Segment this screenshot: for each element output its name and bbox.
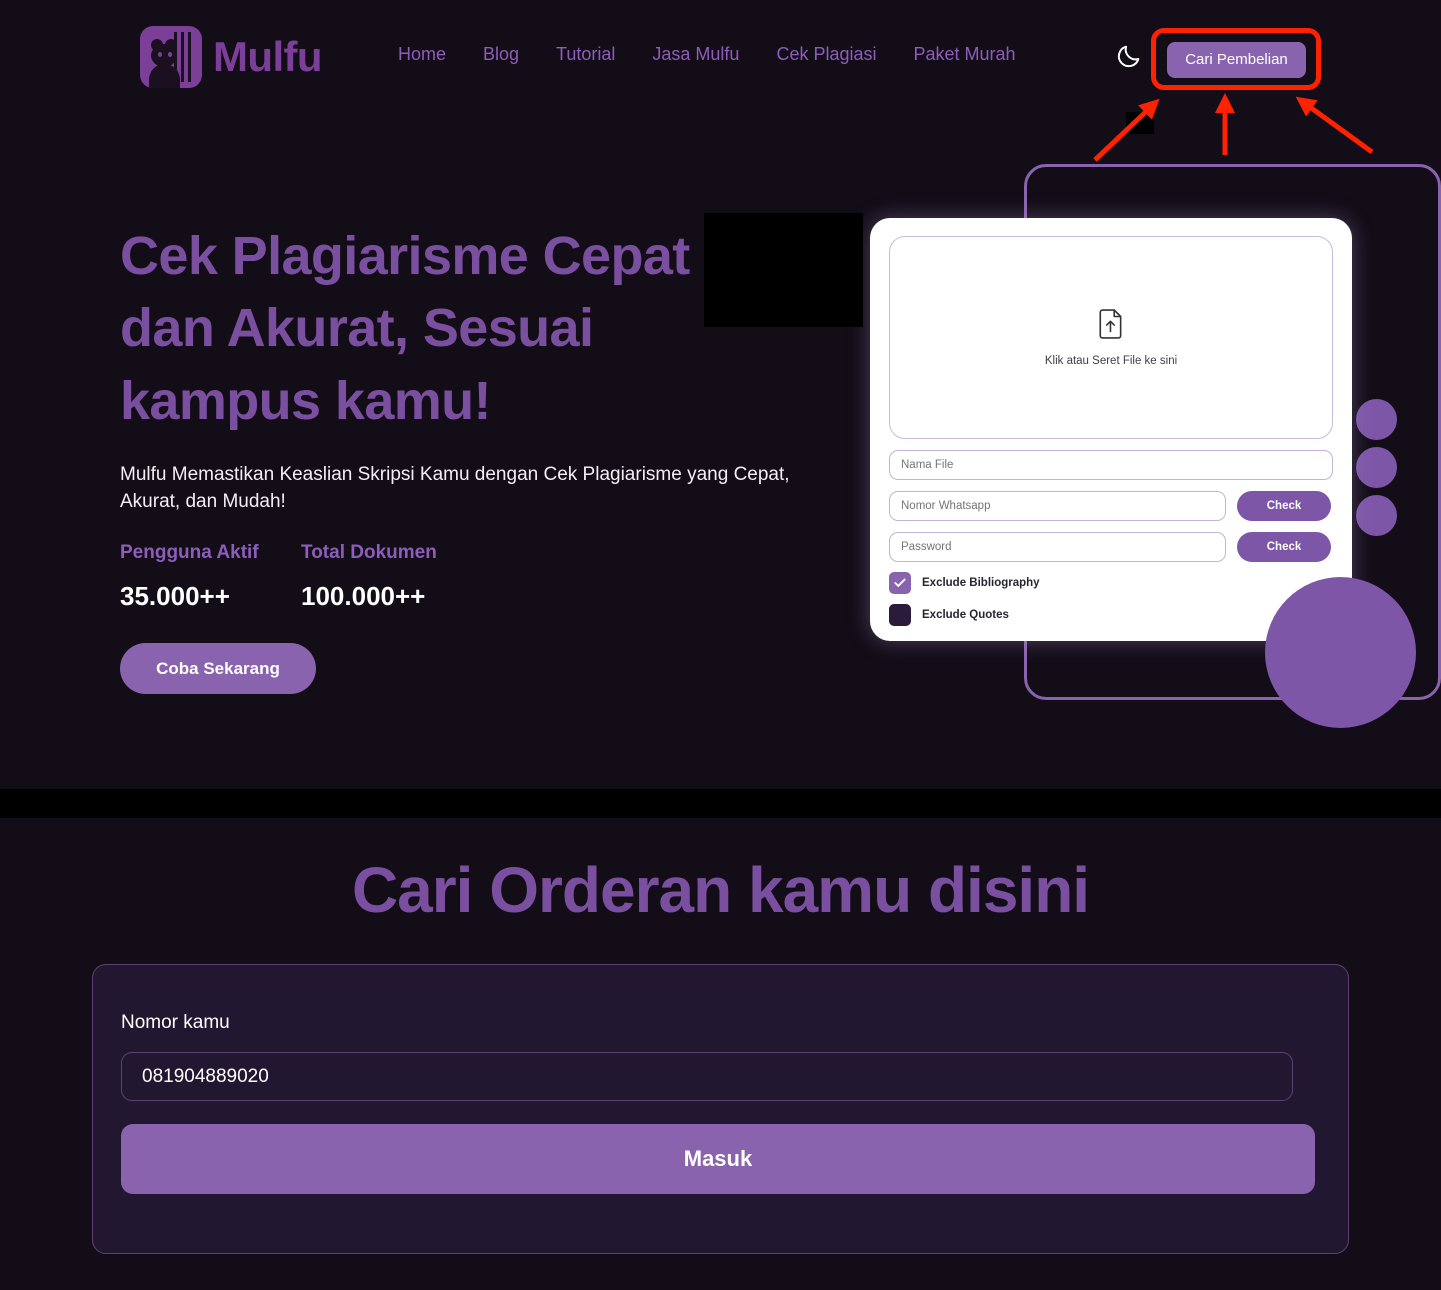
stat-label: Total Dokumen bbox=[301, 542, 437, 564]
file-dropzone[interactable]: Klik atau Seret File ke sini bbox=[889, 236, 1333, 439]
moon-icon[interactable] bbox=[1115, 42, 1143, 70]
brand-logo[interactable]: Mulfu bbox=[140, 26, 323, 88]
stat-value: 35.000++ bbox=[120, 581, 230, 612]
site-header: Mulfu Home Blog Tutorial Jasa Mulfu Cek … bbox=[0, 0, 1441, 112]
section-title: Cari Orderan kamu disini bbox=[351, 854, 1090, 926]
coba-sekarang-button[interactable]: Coba Sekarang bbox=[120, 643, 316, 695]
hero-subtitle: Mulfu Memastikan Keaslian Skripsi Kamu d… bbox=[120, 464, 790, 513]
check-password-button[interactable]: Check bbox=[1237, 532, 1331, 562]
checkbox-checked-icon[interactable] bbox=[889, 572, 911, 594]
field-row-nama-file bbox=[889, 450, 1333, 480]
decorative-dot bbox=[1356, 447, 1397, 488]
stat-value: 100.000++ bbox=[301, 581, 426, 612]
brand-name: Mulfu bbox=[213, 33, 323, 80]
nav-item-tutorial[interactable]: Tutorial bbox=[556, 44, 615, 65]
checkbox-label: Exclude Bibliography bbox=[922, 577, 1040, 589]
nav-item-blog[interactable]: Blog bbox=[483, 44, 519, 65]
field-row-password: Check bbox=[889, 532, 1333, 562]
hero-section: Cek Plagiarisme Cepat dan Akurat, Sesuai… bbox=[0, 112, 1441, 789]
nav-item-cek-plagiasi[interactable]: Cek Plagiasi bbox=[776, 44, 876, 65]
decorative-dot bbox=[1356, 495, 1397, 536]
checkbox-exclude-quotes[interactable]: Exclude Quotes bbox=[889, 604, 1333, 626]
cari-pembelian-button[interactable]: Cari Pembelian bbox=[1167, 42, 1306, 78]
file-upload-icon bbox=[1098, 308, 1124, 344]
stat-pengguna-aktif: Pengguna Aktif 35.000++ bbox=[120, 542, 301, 612]
nomor-kamu-label: Nomor kamu bbox=[121, 1012, 230, 1033]
nomor-whatsapp-input[interactable] bbox=[889, 491, 1226, 521]
field-row-whatsapp: Check bbox=[889, 491, 1333, 521]
hero-title-line-1: Cek Plagiarisme Cepat bbox=[120, 226, 690, 286]
hero-title-line-2: dan Akurat, Sesuai bbox=[120, 298, 594, 359]
check-whatsapp-button[interactable]: Check bbox=[1237, 491, 1331, 521]
masuk-button[interactable]: Masuk bbox=[121, 1124, 1315, 1194]
bear-book-logo-icon bbox=[140, 26, 202, 88]
decorative-circle-large bbox=[1265, 577, 1416, 728]
hero-stats: Pengguna Aktif 35.000++ Total Dokumen 10… bbox=[120, 542, 820, 612]
annotation-highlight-box: Cari Pembelian bbox=[1151, 28, 1321, 90]
decorative-dot bbox=[1356, 399, 1397, 440]
dropzone-label: Klik atau Seret File ke sini bbox=[1044, 354, 1178, 367]
nama-file-input[interactable] bbox=[889, 450, 1333, 480]
nav-item-home[interactable]: Home bbox=[398, 44, 446, 65]
stat-label: Pengguna Aktif bbox=[120, 542, 259, 564]
redaction-block-header bbox=[1126, 112, 1154, 134]
nav-item-jasa-mulfu[interactable]: Jasa Mulfu bbox=[652, 44, 739, 65]
section-divider bbox=[0, 789, 1441, 818]
checkbox-exclude-bibliography[interactable]: Exclude Bibliography bbox=[889, 572, 1333, 594]
app-preview-card: Klik atau Seret File ke sini Check Check bbox=[870, 218, 1352, 641]
page-root: Mulfu Home Blog Tutorial Jasa Mulfu Cek … bbox=[0, 0, 1441, 1290]
nomor-kamu-input[interactable] bbox=[121, 1052, 1293, 1101]
redaction-block-hero bbox=[704, 213, 863, 327]
hero-title-line-3: kampus kamu! bbox=[120, 370, 492, 431]
checkbox-unchecked-icon[interactable] bbox=[889, 604, 911, 626]
password-input[interactable] bbox=[889, 532, 1226, 562]
main-navigation: Home Blog Tutorial Jasa Mulfu Cek Plagia… bbox=[398, 44, 1016, 65]
login-card: Nomor kamu Masuk bbox=[92, 964, 1349, 1254]
checkbox-label: Exclude Quotes bbox=[922, 609, 1009, 621]
header-actions: Cari Pembelian bbox=[1101, 28, 1441, 90]
nav-item-paket-murah[interactable]: Paket Murah bbox=[914, 44, 1016, 65]
stat-total-dokumen: Total Dokumen 100.000++ bbox=[301, 542, 482, 612]
cari-orderan-section: Cari Orderan kamu disini Nomor kamu Masu… bbox=[0, 818, 1441, 1290]
